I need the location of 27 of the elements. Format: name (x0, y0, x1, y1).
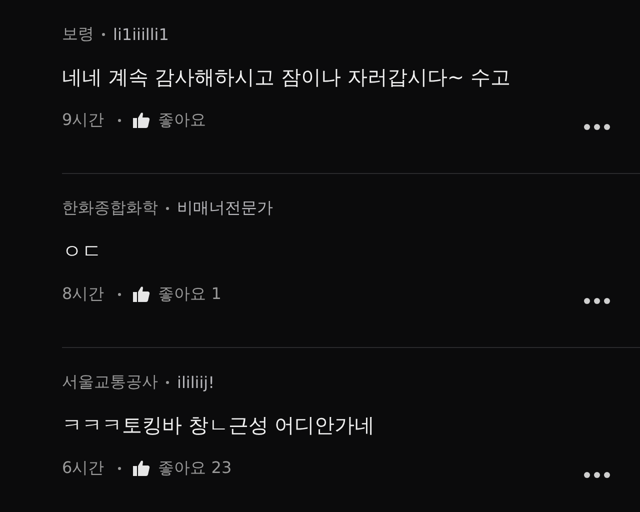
nickname[interactable]: ililiij! (177, 372, 215, 392)
nickname[interactable]: li1iiilli1 (113, 24, 169, 44)
comment-text: 네네 계속 감사해하시고 잠이나 자러갑시다~ 수고 (62, 64, 512, 90)
company-name: 서울교통공사 (62, 372, 158, 392)
like-button[interactable]: 좋아요 23 (158, 458, 232, 478)
thumbs-up-icon[interactable] (133, 460, 150, 476)
comment-text: ㅋㅋㅋ토킹바 창ㄴ근성 어디안가네 (62, 412, 376, 438)
more-options-icon[interactable] (584, 298, 610, 304)
company-name: 보령 (62, 24, 94, 44)
more-options-icon[interactable] (584, 124, 610, 130)
like-button[interactable]: 좋아요 (158, 110, 206, 130)
time-ago: 6시간 (62, 458, 104, 478)
thumbs-up-icon[interactable] (133, 286, 150, 302)
nickname[interactable]: 비매너전문가 (177, 198, 273, 218)
dot-icon (166, 380, 169, 384)
time-ago: 9시간 (62, 110, 104, 130)
dot-icon (166, 206, 169, 210)
dot-icon (102, 32, 105, 36)
dot-icon (118, 118, 122, 122)
thumbs-up-icon[interactable] (133, 112, 150, 128)
comment-text: ㅇㄷ (62, 238, 103, 264)
company-name: 한화종합화학 (62, 198, 158, 218)
dot-icon (118, 466, 122, 470)
like-button[interactable]: 좋아요 1 (158, 284, 222, 304)
more-options-icon[interactable] (584, 472, 610, 478)
dot-icon (118, 292, 122, 296)
time-ago: 8시간 (62, 284, 104, 304)
